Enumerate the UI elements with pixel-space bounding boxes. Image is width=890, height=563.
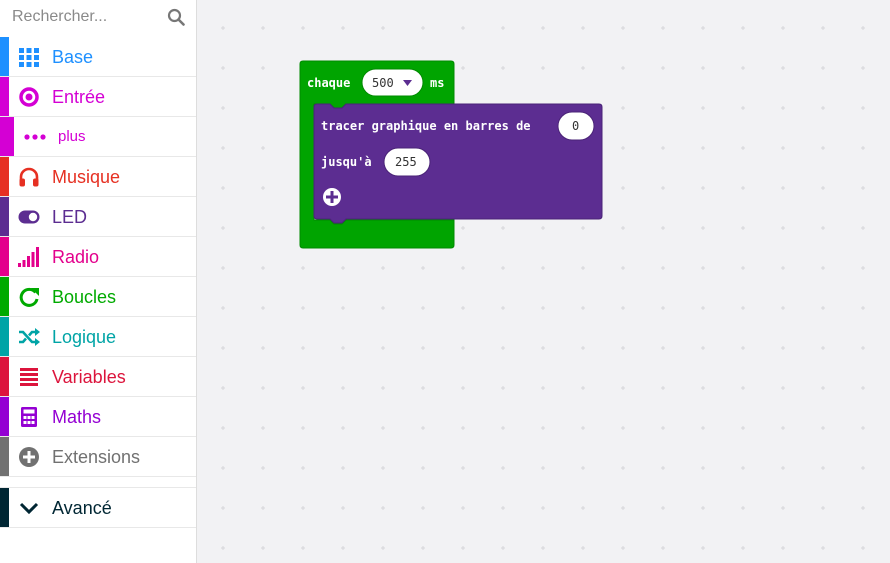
category-label: Variables [52,367,126,387]
category-color-bar [0,317,9,356]
expand-plus-icon[interactable] [323,188,341,206]
category-color-bar [0,397,9,436]
plot-label: tracer graphique en barres de [321,119,531,133]
category-input[interactable]: Entrée [0,77,196,117]
plot-bar-graph-block[interactable]: tracer graphique en barres de 0 jusqu'à … [313,103,603,224]
category-label: Avancé [52,498,112,518]
category-label: LED [52,207,88,227]
category-color-bar [0,117,14,156]
category-color-bar [0,488,9,527]
category-maths[interactable]: Maths [0,397,196,437]
category-label: Extensions [52,447,141,467]
every-label: chaque [307,76,350,90]
chevron-down-icon [19,502,39,515]
target-icon [19,87,39,107]
block-workspace[interactable]: chaque 500 ms tracer graphique en barres… [197,0,890,563]
toolbox: Base Entrée plus Musique LED [0,0,197,563]
search-input[interactable] [12,5,162,29]
blocks-canvas: chaque 500 ms tracer graphique en barres… [299,60,603,249]
interval-dropdown[interactable]: 500 [361,68,424,97]
interval-value: 500 [372,76,394,90]
category-color-bar [0,437,9,476]
category-radio[interactable]: Radio [0,237,196,277]
category-color-bar [0,77,9,116]
category-label: Boucles [52,287,117,307]
shuffle-icon [19,328,40,346]
category-color-bar [0,357,9,396]
more-dots-icon [24,134,46,140]
calculator-icon [21,407,37,427]
category-variables[interactable]: Variables [0,357,196,397]
category-label: Radio [52,247,100,267]
plot-value-input[interactable]: 0 [557,111,595,141]
plot-value: 0 [572,119,579,133]
category-label: plus [58,128,86,145]
list-icon [20,368,38,386]
category-color-bar [0,37,9,76]
category-extensions[interactable]: Extensions [0,437,196,477]
upto-value-input[interactable]: 255 [383,147,431,177]
headphones-icon [19,167,39,187]
category-base[interactable]: Base [0,37,196,77]
category-color-bar [0,157,9,196]
category-led[interactable]: LED [0,197,196,237]
upto-value: 255 [395,155,417,169]
grid-icon [19,48,39,67]
category-logic[interactable]: Logique [0,317,196,357]
category-label: Entrée [52,87,106,107]
signal-bars-icon [18,247,39,267]
category-color-bar [0,237,9,276]
category-label: Musique [52,167,121,187]
category-music[interactable]: Musique [0,157,196,197]
category-input-more[interactable]: plus [0,117,196,157]
search-box [0,0,196,36]
category-color-bar [0,197,9,236]
category-label: Logique [52,327,117,347]
category-label: Base [52,47,94,67]
toggle-icon [18,210,40,224]
upto-label: jusqu'à [321,155,372,169]
unit-label: ms [430,76,444,90]
category-color-bar [0,277,9,316]
search-icon[interactable] [167,8,185,26]
refresh-icon [19,287,39,307]
category-loops[interactable]: Boucles [0,277,196,317]
category-advanced[interactable]: Avancé [0,487,196,528]
category-label: Maths [52,407,102,427]
plus-circle-icon [19,447,39,467]
